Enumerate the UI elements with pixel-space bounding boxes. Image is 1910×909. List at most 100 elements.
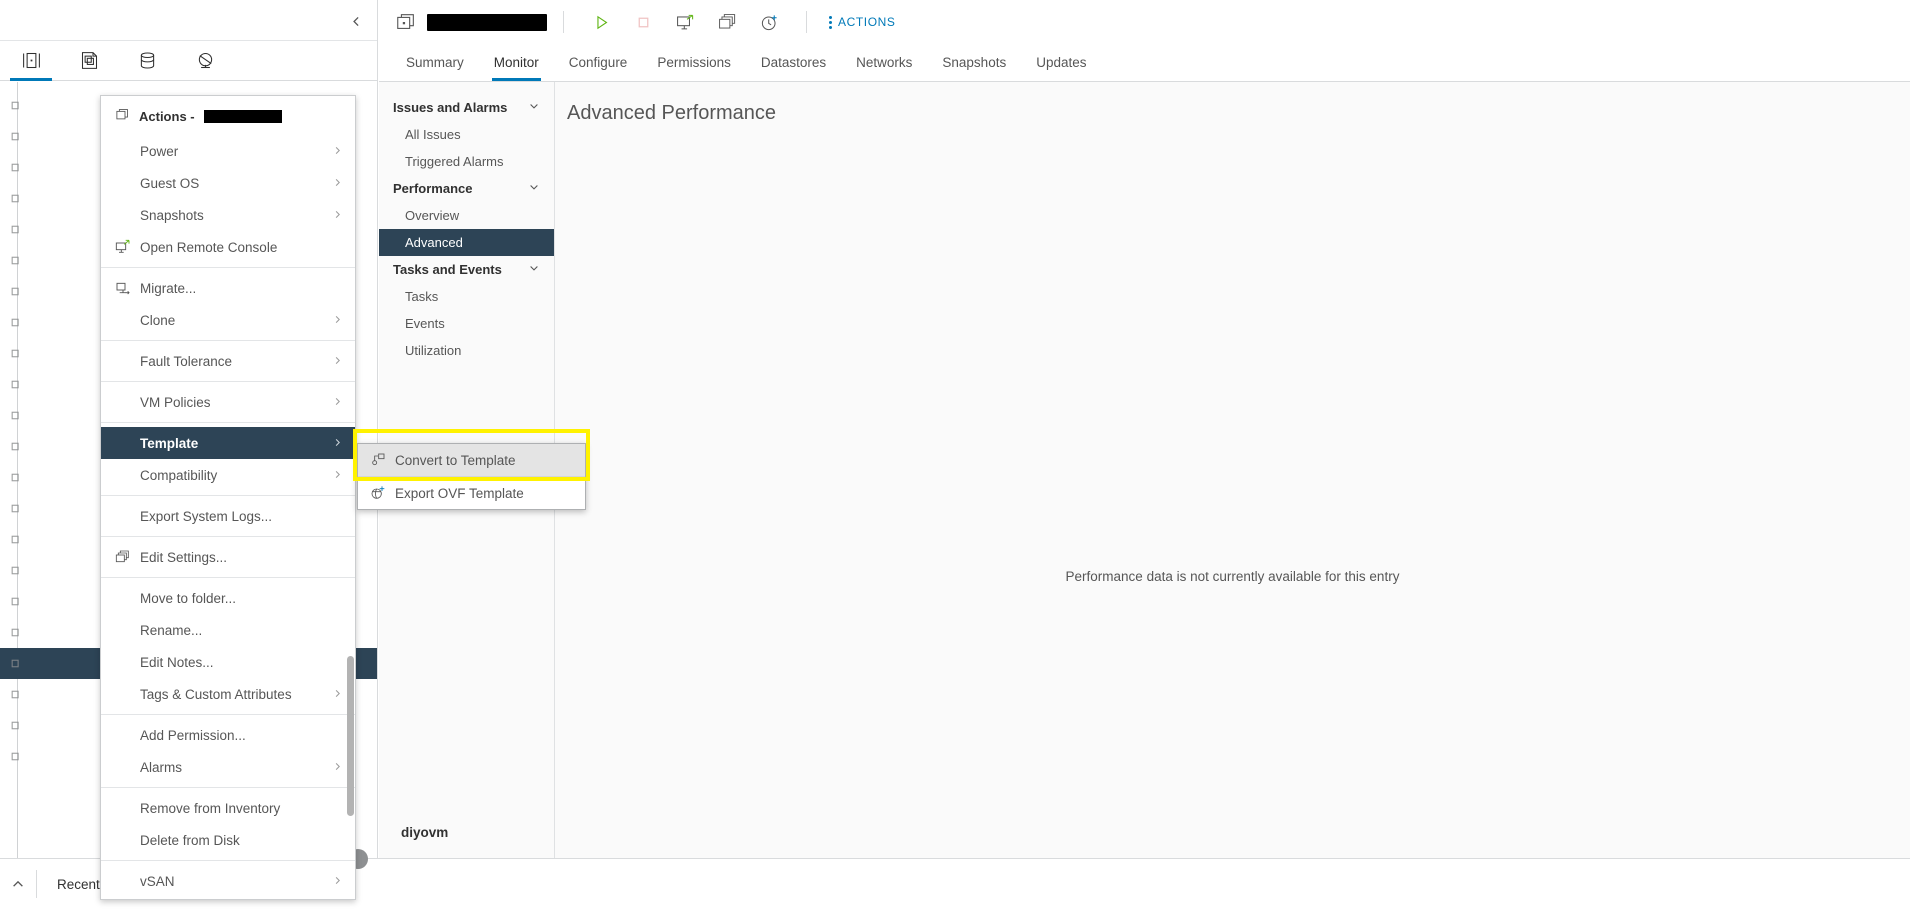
chevron-right-icon: [332, 468, 343, 482]
context-menu-divider: [101, 340, 355, 341]
menu-item-vm-policies[interactable]: VM Policies: [101, 386, 355, 418]
menu-item-label: Delete from Disk: [140, 832, 240, 848]
context-menu-divider: [101, 860, 355, 861]
context-menu-divider: [101, 577, 355, 578]
menu-item-alarms[interactable]: Alarms: [101, 751, 355, 783]
context-menu-divider: [101, 787, 355, 788]
chevron-left-icon[interactable]: [343, 8, 369, 34]
template-submenu[interactable]: Convert to Template Export OVF Template: [357, 443, 586, 510]
menu-item-label: Export System Logs...: [140, 508, 273, 524]
vm-icon: [10, 99, 23, 112]
launch-remote-console-button[interactable]: [664, 6, 706, 38]
menu-item-template[interactable]: Template: [101, 427, 355, 459]
context-menu-divider: [101, 536, 355, 537]
vm-icon: [10, 719, 23, 732]
power-on-button[interactable]: [580, 6, 622, 38]
menu-item-convert-to-template[interactable]: Convert to Template: [358, 444, 585, 476]
tab-monitor[interactable]: Monitor: [479, 44, 554, 81]
menu-item-label: Template: [140, 435, 199, 451]
menu-item-label: Export OVF Template: [395, 485, 524, 501]
convert-to-template-icon: [370, 452, 387, 469]
menu-item-fault-tolerance[interactable]: Fault Tolerance: [101, 345, 355, 377]
menu-item-migrate[interactable]: Migrate...: [101, 272, 355, 304]
nav-item-triggered-alarms[interactable]: Triggered Alarms: [379, 148, 554, 175]
tab-permissions[interactable]: Permissions: [642, 44, 746, 81]
menu-item-label: Guest OS: [140, 175, 200, 191]
tab-networks[interactable]: Networks: [841, 44, 927, 81]
menu-item-rename[interactable]: Rename...: [101, 614, 355, 646]
chevron-right-icon: [332, 144, 343, 158]
tab-snapshots[interactable]: Snapshots: [927, 44, 1021, 81]
nav-item-utilization[interactable]: Utilization: [379, 337, 554, 364]
vm-icon: [10, 378, 23, 391]
nav-group-issues-and-alarms[interactable]: Issues and Alarms: [379, 94, 554, 121]
vm-icon: [10, 223, 23, 236]
menu-item-add-permission[interactable]: Add Permission...: [101, 719, 355, 751]
nav-item-tasks[interactable]: Tasks: [379, 283, 554, 310]
menu-item-move-to-folder[interactable]: Move to folder...: [101, 582, 355, 614]
menu-item-label: Remove from Inventory: [140, 800, 281, 816]
vm-icon: [10, 285, 23, 298]
inventory-tab-vms-and-templates[interactable]: [60, 41, 118, 81]
nav-group-performance[interactable]: Performance: [379, 175, 554, 202]
menu-item-snapshots[interactable]: Snapshots: [101, 199, 355, 231]
menu-item-remove-from-inventory[interactable]: Remove from Inventory: [101, 792, 355, 824]
nav-item-events[interactable]: Events: [379, 310, 554, 337]
nav-item-overview[interactable]: Overview: [379, 202, 554, 229]
menu-item-label: Snapshots: [140, 207, 204, 223]
tab-datastores[interactable]: Datastores: [746, 44, 841, 81]
kebab-menu-icon: [829, 15, 832, 29]
menu-item-label: Fault Tolerance: [140, 353, 233, 369]
monitor-wrapper: Issues and Alarms All Issues Triggered Ala…: [379, 82, 1910, 858]
menu-item-clone[interactable]: Clone: [101, 304, 355, 336]
take-snapshot-button[interactable]: [748, 6, 790, 38]
menu-item-label: VM Policies: [140, 394, 211, 410]
chevron-down-icon[interactable]: [528, 100, 540, 115]
nav-group-tasks-and-events[interactable]: Tasks and Events: [379, 256, 554, 283]
menu-item-delete-from-disk[interactable]: Delete from Disk: [101, 824, 355, 856]
chevron-down-icon[interactable]: [528, 262, 540, 277]
vm-icon: [10, 688, 23, 701]
chevron-right-icon: [332, 208, 343, 222]
menu-item-power[interactable]: Power: [101, 135, 355, 167]
tab-summary[interactable]: Summary: [391, 44, 479, 81]
nav-item-all-issues[interactable]: All Issues: [379, 121, 554, 148]
vsphere-client-window: ACTIONS Summary Monitor Configure Permissio…: [0, 0, 1910, 909]
menu-item-tags-custom-attributes[interactable]: Tags & Custom Attributes: [101, 678, 355, 710]
menu-item-export-ovf-template[interactable]: Export OVF Template: [358, 477, 585, 509]
nav-item-advanced[interactable]: Advanced: [379, 229, 554, 256]
context-menu-scrollbar[interactable]: [347, 656, 354, 816]
vm-icon: [10, 626, 23, 639]
menu-item-label: Clone: [140, 312, 176, 328]
menu-item-edit-settings[interactable]: Edit Settings...: [101, 541, 355, 573]
object-tab-bar: Summary Monitor Configure Permissions Datast…: [379, 44, 1910, 82]
vm-icon: [10, 595, 23, 608]
inventory-tab-hosts-and-clusters[interactable]: [2, 41, 60, 81]
menu-item-label: Rename...: [140, 622, 203, 638]
vm-icon: [10, 502, 23, 515]
menu-item-compatibility[interactable]: Compatibility: [101, 459, 355, 491]
menu-item-label: Add Permission...: [140, 727, 246, 743]
page-title: Advanced Performance: [567, 102, 777, 124]
vm-icon: [10, 192, 23, 205]
tab-updates[interactable]: Updates: [1021, 44, 1101, 81]
menu-item-guest-os[interactable]: Guest OS: [101, 167, 355, 199]
inventory-tab-storage[interactable]: [118, 41, 176, 81]
chevron-up-icon[interactable]: [0, 859, 36, 909]
tab-configure[interactable]: Configure: [554, 44, 643, 81]
menu-item-export-system-logs[interactable]: Export System Logs...: [101, 500, 355, 532]
vm-context-menu[interactable]: Actions - Power Guest OS Snapshots Open Rem…: [100, 95, 356, 900]
menu-item-label: Convert to Template: [395, 452, 516, 468]
power-off-button[interactable]: [622, 6, 664, 38]
chevron-down-icon[interactable]: [528, 181, 540, 196]
inventory-tab-networking[interactable]: [176, 41, 234, 81]
menu-item-vsan[interactable]: vSAN: [101, 865, 355, 897]
edit-settings-button[interactable]: [706, 6, 748, 38]
menu-item-open-remote-console[interactable]: Open Remote Console: [101, 231, 355, 263]
monitor-content: Advanced Performance Performance data is…: [555, 82, 1910, 858]
recent-tasks-label: Recent: [57, 876, 100, 892]
actions-menu-button[interactable]: ACTIONS: [823, 11, 902, 33]
menu-item-edit-notes[interactable]: Edit Notes...: [101, 646, 355, 678]
vm-icon: [10, 533, 23, 546]
nav-group-label: Issues and Alarms: [393, 100, 508, 115]
